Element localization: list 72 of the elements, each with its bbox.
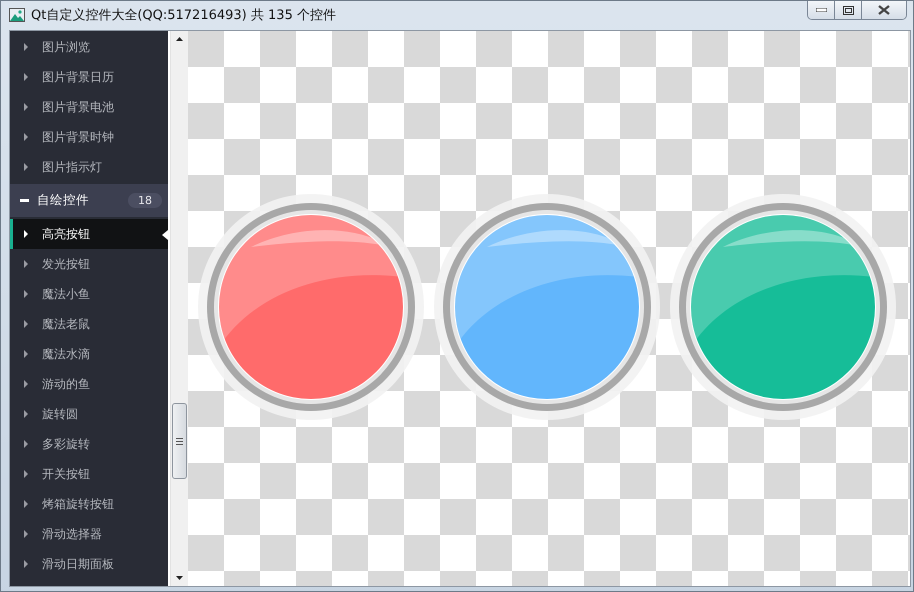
tree-item[interactable]: 图片浏览	[10, 32, 168, 62]
window-title: Qt自定义控件大全(QQ:517216493) 共 135 个控件	[31, 7, 336, 24]
light-button[interactable]	[197, 193, 425, 421]
close-icon	[878, 5, 890, 15]
tree-item[interactable]: 发光按钮	[10, 249, 168, 279]
expand-arrow-icon	[24, 440, 28, 448]
tree-item-label: 图片背景电池	[42, 98, 114, 116]
tree-item-label: 魔法水滴	[42, 346, 90, 362]
expand-arrow-icon	[24, 290, 28, 298]
tree-item-label: 图片浏览	[42, 38, 90, 56]
minimize-button[interactable]	[808, 1, 835, 19]
expand-arrow-icon	[24, 260, 28, 268]
tree-group-header[interactable]: 自绘控件 18	[10, 184, 168, 217]
maximize-icon	[842, 6, 854, 14]
tree-item-label: 图片背景日历	[42, 68, 114, 86]
expand-arrow-icon	[24, 560, 28, 568]
collapse-icon	[20, 199, 29, 202]
expand-arrow-icon	[24, 133, 28, 141]
maximize-button[interactable]	[835, 1, 862, 19]
tree-item-label: 图片背景时钟	[42, 128, 114, 146]
expand-arrow-icon	[24, 500, 28, 508]
scrollbar-thumb[interactable]	[172, 403, 187, 479]
tree-item[interactable]: 高亮按钮	[10, 219, 168, 249]
grip-icon	[176, 438, 183, 444]
expand-arrow-icon	[24, 320, 28, 328]
tree-item[interactable]: 图片背景时钟	[10, 122, 168, 152]
tree-item-label: 发光按钮	[42, 256, 90, 272]
scroll-up-icon	[176, 37, 183, 41]
tree-item[interactable]: 图片指示灯	[10, 152, 168, 182]
light-button[interactable]	[433, 193, 661, 421]
close-button[interactable]	[862, 1, 906, 19]
scrollbar[interactable]	[170, 31, 188, 586]
selection-pointer-icon	[162, 230, 168, 240]
expand-arrow-icon	[24, 103, 28, 111]
tree-item-label: 多彩旋转	[42, 436, 90, 452]
tree-item[interactable]: 魔法水滴	[10, 339, 168, 369]
tree-item-label: 开关按钮	[42, 466, 90, 482]
tree-item[interactable]: 魔法老鼠	[10, 309, 168, 339]
tree-item-label: 图片指示灯	[42, 158, 102, 176]
tree-item[interactable]: 旋转圆	[10, 399, 168, 429]
expand-arrow-icon	[24, 163, 28, 171]
expand-arrow-icon	[24, 350, 28, 358]
tree-item[interactable]: 图片背景电池	[10, 92, 168, 122]
expand-arrow-icon	[24, 73, 28, 81]
minimize-icon	[816, 8, 826, 12]
tree-item[interactable]: 烤箱旋转按钮	[10, 489, 168, 519]
tree-item[interactable]: 游动的鱼	[10, 369, 168, 399]
tree-item-label: 旋转圆	[42, 406, 78, 422]
count-badge: 18	[128, 193, 162, 208]
expand-arrow-icon	[24, 470, 28, 478]
tree-item-label: 高亮按钮	[42, 226, 90, 242]
expand-arrow-icon	[24, 410, 28, 418]
group-label: 自绘控件	[37, 192, 89, 209]
app-icon	[9, 8, 25, 22]
tree-item[interactable]: 滑动日期面板	[10, 549, 168, 579]
light-button[interactable]	[669, 193, 897, 421]
expand-arrow-icon	[24, 530, 28, 538]
tree-item[interactable]: 开关按钮	[10, 459, 168, 489]
tree-item-label: 烤箱旋转按钮	[42, 496, 114, 512]
expand-arrow-icon	[24, 43, 28, 51]
scroll-down-icon	[176, 576, 183, 580]
tree-item-label: 魔法小鱼	[42, 286, 90, 302]
expand-arrow-icon	[24, 230, 28, 238]
tree-item[interactable]: 魔法小鱼	[10, 279, 168, 309]
tree-item-label: 魔法老鼠	[42, 316, 90, 332]
tree-item[interactable]: 滑动选择器	[10, 519, 168, 549]
tree-item-label: 滑动日期面板	[42, 556, 114, 572]
expand-arrow-icon	[24, 380, 28, 388]
tree-item-label: 游动的鱼	[42, 376, 90, 392]
tree-item-label: 滑动选择器	[42, 526, 102, 542]
tree-item[interactable]: 图片背景日历	[10, 62, 168, 92]
tree-item[interactable]: 多彩旋转	[10, 429, 168, 459]
